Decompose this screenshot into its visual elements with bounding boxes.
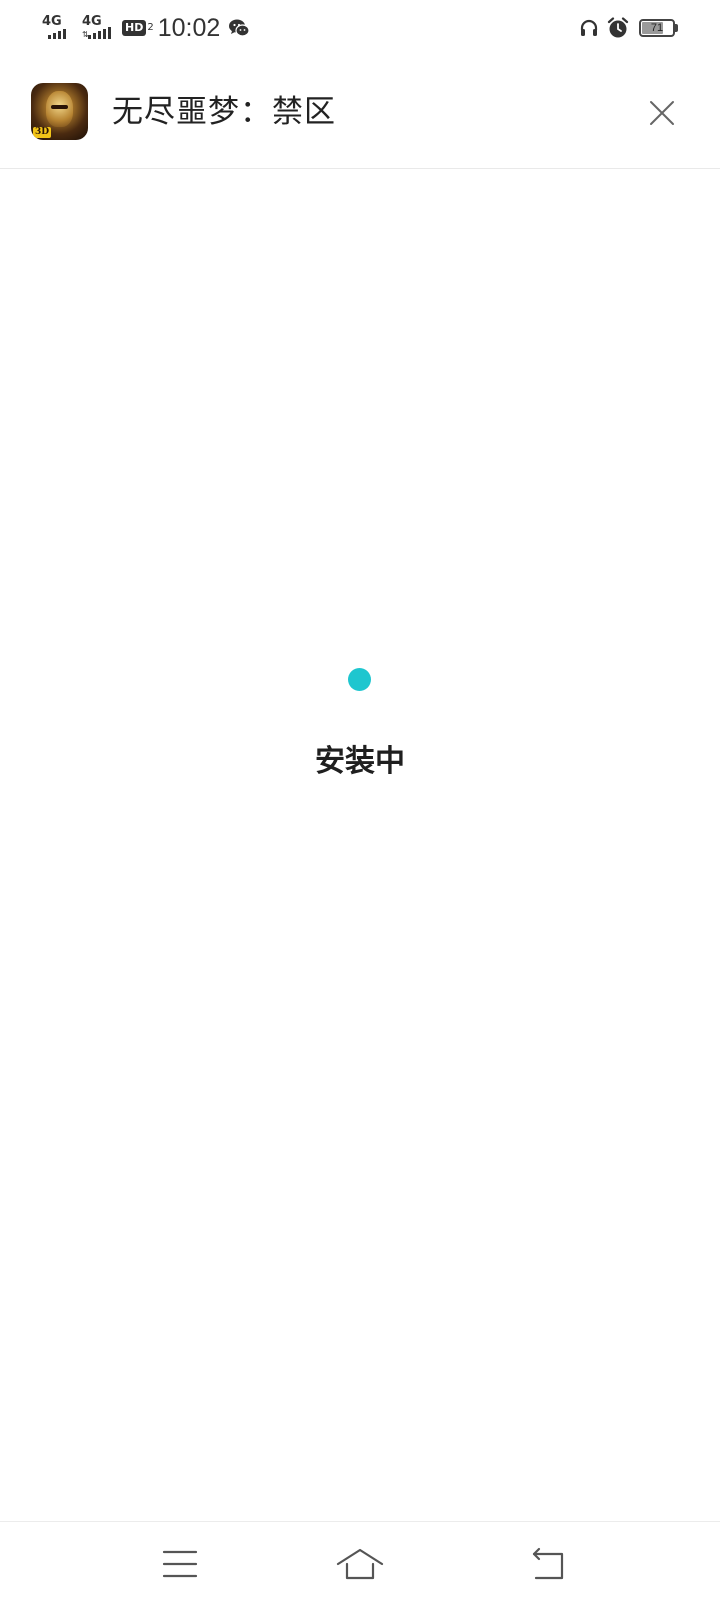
status-time: 10:02 (157, 14, 221, 42)
app-header: 3D 无尽噩梦：禁区 (0, 56, 720, 169)
hd-voice-badge: HD 2 (122, 20, 154, 36)
screen: 4G 4G ⇅ HD 2 10:02 71 3D 无尽噩梦：禁区 安装中 (0, 0, 720, 1605)
signal-bars-icon (48, 29, 68, 39)
app-icon-tag: 3D (33, 127, 52, 138)
sim1-signal: 4G (42, 13, 76, 43)
home-icon[interactable] (336, 1542, 384, 1586)
signal-bars-icon (88, 27, 113, 39)
sim2-signal: 4G ⇅ (82, 13, 116, 43)
hd-sub-label: 2 (147, 22, 154, 33)
battery-level: 71 (650, 22, 664, 34)
close-button[interactable] (647, 98, 677, 128)
back-button[interactable] (526, 1542, 570, 1586)
home-button[interactable] (336, 1542, 384, 1586)
app-icon-mask (46, 91, 73, 127)
close-icon[interactable] (647, 98, 677, 128)
hd-label: HD (122, 20, 147, 36)
status-left: 4G 4G ⇅ HD 2 10:02 (42, 12, 250, 44)
alarm-icon (607, 17, 629, 38)
sim1-network-type: 4G (42, 14, 62, 29)
app-icon-eyes (51, 105, 68, 109)
battery-icon: 71 (639, 19, 675, 37)
install-status-text: 安装中 (315, 744, 405, 779)
menu-button[interactable] (158, 1542, 202, 1586)
battery-cap (675, 24, 678, 32)
app-title: 无尽噩梦：禁区 (112, 94, 336, 130)
back-icon[interactable] (526, 1542, 570, 1586)
status-right: 71 (579, 14, 678, 42)
menu-icon[interactable] (158, 1542, 202, 1586)
headphones-icon (580, 19, 598, 36)
status-bar: 4G 4G ⇅ HD 2 10:02 71 (0, 0, 720, 56)
loading-indicator (348, 668, 371, 691)
app-icon: 3D (31, 83, 88, 140)
navigation-bar (0, 1521, 720, 1605)
wechat-icon (229, 19, 250, 37)
